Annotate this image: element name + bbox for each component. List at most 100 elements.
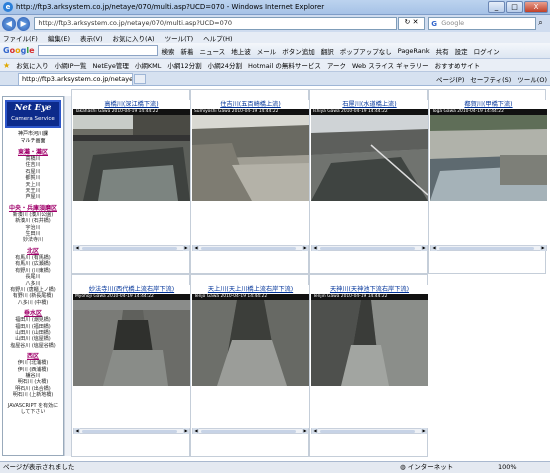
menu-help[interactable]: ヘルプ(H) — [203, 33, 232, 43]
favorite-link[interactable]: 小網KML — [135, 60, 162, 70]
favorite-link[interactable]: Web スライス ギャラリー — [352, 60, 429, 70]
camera-image[interactable] — [73, 300, 190, 386]
river-scene-graphic — [73, 115, 190, 201]
camera-title-link[interactable]: 天上川(天上川橋上流右岸下流) — [192, 285, 309, 294]
favorite-link[interactable]: 小網24分割 — [208, 60, 242, 70]
maximize-button[interactable]: □ — [506, 1, 523, 13]
google-search-input[interactable] — [37, 45, 158, 56]
zoom-level[interactable]: 100% — [498, 462, 517, 473]
new-tab-button[interactable] — [134, 73, 146, 84]
google-g-icon: G — [431, 20, 437, 28]
favorites-bar: ★ お気に入り 小網IP一覧 NetEye管理 小網KML 小網12分割 小網2… — [0, 59, 550, 72]
search-input[interactable]: G Google — [428, 17, 537, 30]
camera-title-link[interactable]: 天神川(天神池下流右岸下流) — [311, 285, 428, 294]
page-menu[interactable]: ページ(P) — [436, 74, 464, 84]
favorites-button[interactable]: お気に入り — [16, 60, 49, 70]
horizontal-scrollbar[interactable]: ◀ ▶ — [430, 245, 547, 251]
sidebar-camera-link[interactable]: 塩屋谷川 (塩屋谷橋) — [3, 343, 63, 349]
camera-image[interactable] — [192, 300, 309, 386]
menu-view[interactable]: 表示(V) — [80, 33, 103, 43]
status-bar: ページが表示されました ◍ インターネット 100% — [0, 461, 550, 473]
ie-logo-icon: e — [3, 2, 13, 12]
search-placeholder: Google — [441, 19, 465, 27]
sidebar-category-higashinada[interactable]: 東灘・灘区 — [3, 149, 63, 156]
horizontal-scrollbar[interactable]: ◀ ▶ — [73, 428, 190, 434]
sidebar-category-kita[interactable]: 北区 — [3, 248, 63, 255]
logo-title: Net Eye — [14, 103, 52, 113]
river-scene-graphic — [311, 300, 428, 386]
sidebar-camera-link[interactable]: 八多川 (中橋) — [3, 300, 63, 306]
horizontal-scrollbar[interactable]: ◀ ▶ — [73, 245, 190, 251]
google-translate-button[interactable]: 翻訳 — [321, 46, 334, 56]
menu-file[interactable]: ファイル(F) — [3, 33, 38, 43]
sidebar-camera-link[interactable]: 芦屋川 — [3, 194, 63, 200]
favorite-link[interactable]: 小網IP一覧 — [55, 60, 87, 70]
camera-title-link[interactable]: 石屋川(水道橋上流) — [311, 100, 428, 109]
sidebar-category-chuo[interactable]: 中央・兵庫須磨区 — [3, 205, 63, 212]
browser-tab[interactable]: http://ftp3.arksystem.co.jp/netaye/070/ — [18, 72, 133, 85]
google-settings-button[interactable]: 設定 — [455, 46, 468, 56]
camera-title-link[interactable]: 都賀川(甲橋下流) — [430, 100, 547, 109]
river-scene-graphic — [430, 115, 547, 201]
minimize-button[interactable]: _ — [488, 1, 505, 13]
favorite-link[interactable]: NetEye管理 — [93, 60, 129, 70]
refresh-stop-buttons[interactable]: ↻ ✕ — [397, 17, 426, 30]
river-scene-graphic — [73, 300, 190, 386]
menu-favorites[interactable]: お気に入り(A) — [113, 33, 155, 43]
address-input[interactable]: http://ftp3.arksystem.co.jp/netaye/070/m… — [34, 17, 397, 30]
camera-panel: 住吉川(五百崎橋上流) Sumiyoshi Gawa 2010-04-19 14… — [192, 100, 309, 251]
camera-image[interactable] — [311, 115, 428, 201]
menu-edit[interactable]: 編集(E) — [48, 33, 70, 43]
favorite-link[interactable]: Hotmail の無料サービス — [248, 60, 321, 70]
sidebar: Net Eye Camera Service 神戸市河川課 マルチ画面 東灘・灘… — [2, 96, 64, 456]
google-tv-button[interactable]: 地上波 — [231, 46, 251, 56]
google-pagerank-button[interactable]: PageRank — [398, 47, 430, 55]
camera-panel: 都賀川(甲橋下流) Toga Gawa 2010-04-19 14:44:22 … — [430, 100, 547, 251]
camera-title-link[interactable]: 高橋川(深江橋下流) — [73, 100, 190, 109]
safety-menu[interactable]: セーフティ(S) — [470, 74, 511, 84]
google-popup-button[interactable]: ポップアップなし — [340, 46, 392, 56]
google-new-button[interactable]: 新着 — [181, 46, 194, 56]
address-row: ◀ ▶ http://ftp3.arksystem.co.jp/netaye/0… — [0, 15, 550, 32]
status-text: ページが表示されました — [3, 463, 75, 471]
horizontal-scrollbar[interactable]: ◀ ▶ — [311, 428, 428, 434]
google-add-button[interactable]: ボタン追加 — [282, 46, 315, 56]
horizontal-scrollbar[interactable]: ◀ ▶ — [192, 245, 309, 251]
back-button[interactable]: ◀ — [2, 16, 16, 31]
sidebar-camera-link[interactable]: 妙法寺川 — [3, 237, 63, 243]
menu-bar: ファイル(F) 編集(E) 表示(V) お気に入り(A) ツール(T) ヘルプ(… — [0, 32, 550, 43]
sidebar-camera-link[interactable]: 明石川 (上新地橋) — [3, 392, 63, 398]
menu-tools[interactable]: ツール(T) — [165, 33, 194, 43]
google-login-button[interactable]: ログイン — [474, 46, 500, 56]
camera-image[interactable] — [73, 115, 190, 201]
camera-image[interactable] — [311, 300, 428, 386]
camera-title-link[interactable]: 住吉川(五百崎橋上流) — [192, 100, 309, 109]
favorite-link[interactable]: おすすめサイト — [435, 60, 481, 70]
zone-label: インターネット — [407, 463, 454, 471]
camera-image[interactable] — [430, 115, 547, 201]
tools-menu[interactable]: ツール(O) — [517, 74, 547, 84]
river-scene-graphic — [192, 300, 309, 386]
close-button[interactable]: X — [524, 1, 548, 13]
camera-panel: 天上川(天上川橋上流右岸下流) Tenjo Gawa 2010-04-19 14… — [192, 285, 309, 434]
camera-title-link[interactable]: 妙法寺川(西代橋上流右岸下流) — [73, 285, 190, 294]
favorite-link[interactable]: 小網12分割 — [167, 60, 201, 70]
horizontal-scrollbar[interactable]: ◀ ▶ — [311, 245, 428, 251]
google-share-button[interactable]: 共有 — [436, 46, 449, 56]
google-mail-button[interactable]: メール — [257, 46, 277, 56]
sidebar-scrollbar[interactable] — [64, 96, 71, 456]
favorite-link[interactable]: アーク — [327, 60, 346, 70]
google-news-button[interactable]: ニュース — [200, 46, 226, 56]
camera-image[interactable] — [192, 115, 309, 201]
sidebar-subtitle-2: マルチ画面 — [20, 138, 46, 144]
horizontal-scrollbar[interactable]: ◀ ▶ — [192, 428, 309, 434]
security-zone: ◍ インターネット — [400, 462, 453, 473]
forward-button[interactable]: ▶ — [16, 16, 31, 31]
camera-panel: 天神川(天神池下流右岸下流) Tenjin Gawa 2010-04-19 14… — [311, 285, 428, 434]
net-eye-logo[interactable]: Net Eye Camera Service — [5, 100, 61, 128]
google-search-button[interactable]: 検索 — [162, 46, 175, 56]
globe-icon: ◍ — [400, 463, 408, 471]
page-content: Net Eye Camera Service 神戸市河川課 マルチ画面 東灘・灘… — [0, 86, 550, 461]
search-icon[interactable]: ⌕ — [538, 18, 550, 30]
favorites-star-icon[interactable]: ★ — [3, 61, 10, 70]
